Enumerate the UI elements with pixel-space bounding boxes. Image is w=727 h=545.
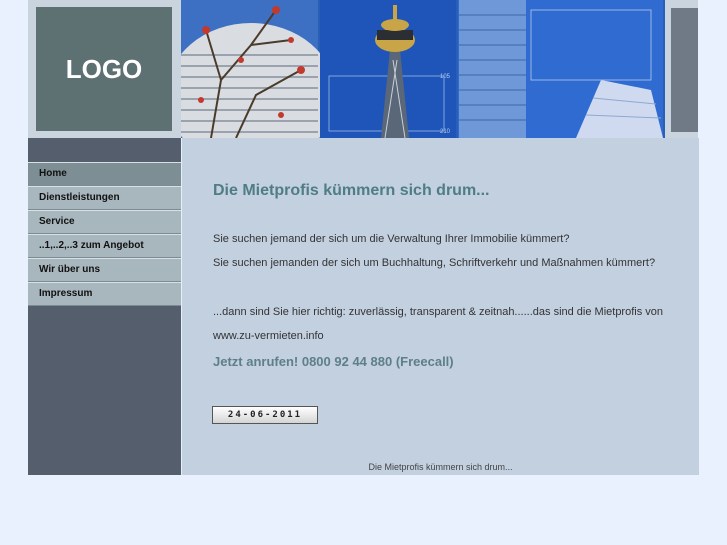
header-banner-image: 105 210 bbox=[181, 0, 698, 138]
page: LOGO 105 210 Home Dienstleistungen Servi… bbox=[28, 0, 699, 475]
intro-line-2: Sie suchen jemanden der sich um Buchhalt… bbox=[213, 257, 656, 269]
intro-line-1: Sie suchen jemand der sich um die Verwal… bbox=[213, 233, 570, 245]
logo-text: LOGO bbox=[65, 53, 143, 84]
nav-item-dienstleistungen[interactable]: Dienstleistungen bbox=[28, 186, 181, 210]
nav-item-service[interactable]: Service bbox=[28, 210, 181, 234]
sidebar-spacer bbox=[28, 138, 181, 162]
date-text: 24-06-2011 bbox=[227, 410, 303, 420]
sidebar: Home Dienstleistungen Service ..1,..2,..… bbox=[28, 138, 181, 475]
intro-line-3: ...dann sind Sie hier richtig: zuverläss… bbox=[213, 306, 664, 318]
footer-text: Die Mietprofis kümmern sich drum... bbox=[368, 462, 513, 472]
nav-item-impressum[interactable]: Impressum bbox=[28, 282, 181, 306]
date-display: 24-06-2011 bbox=[212, 406, 318, 424]
page-headline: Die Mietprofis kümmern sich drum... bbox=[213, 182, 490, 199]
nav-item-angebot[interactable]: ..1,..2,..3 zum Angebot bbox=[28, 234, 181, 258]
nav-item-wir-ueber-uns[interactable]: Wir über uns bbox=[28, 258, 181, 282]
call-to-action: Jetzt anrufen! 0800 92 44 880 (Freecall) bbox=[213, 354, 454, 369]
nav-item-home[interactable]: Home bbox=[28, 162, 181, 186]
banner-number-1: 105 bbox=[440, 74, 451, 80]
logo[interactable]: LOGO bbox=[36, 7, 172, 131]
banner-number-2: 210 bbox=[440, 129, 451, 135]
main-content: Die Mietprofis kümmern sich drum... Sie … bbox=[181, 138, 699, 475]
website-text: www.zu-vermieten.info bbox=[213, 330, 324, 342]
logo-area: LOGO bbox=[28, 0, 181, 138]
